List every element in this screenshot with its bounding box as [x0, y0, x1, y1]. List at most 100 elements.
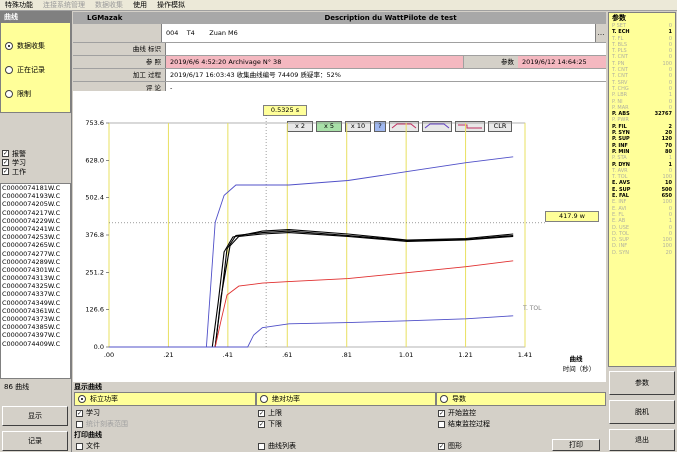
parameter-panel: 参数 P SET 0 T. ECH 1 T. FL 0 T. BLS 0 T. PLS 0 T. C… [608, 12, 676, 367]
radio-label: 数据收集 [17, 42, 45, 50]
tool-browse-button[interactable]: … [595, 24, 606, 42]
y-tick-label: 753.6 [85, 119, 104, 127]
radio-dot [440, 395, 448, 403]
radio-label: 正在记录 [17, 66, 45, 74]
curve-id-row: 曲线 标识 [73, 43, 606, 56]
x-tick-label: .41 [223, 351, 233, 359]
left-panel: 曲线 数据收集 正在记录 限制 ✓ 报警 ✓ 学习 ✓ 工作 C0000074181W… [0, 11, 72, 452]
curve-file-item[interactable]: C0000074325W.C [1, 282, 70, 290]
curve-file-item[interactable]: C0000074349W.C [1, 299, 70, 307]
curve-file-list[interactable]: C0000074181W.C C0000074193W.C C0000074205W… [0, 183, 71, 379]
checkbox: ✓ [2, 168, 9, 175]
check-start-monitor[interactable]: ✓ 开始监控 [438, 408, 476, 418]
x-tick-label: .61 [282, 351, 292, 359]
checkbox [258, 442, 265, 450]
curve-file-item[interactable]: C0000074265W.C [1, 241, 70, 249]
tool-line: 004 T4 Zuan M6 … [73, 24, 606, 43]
curve-file-item[interactable]: C0000074217W.C [1, 209, 70, 217]
display-button[interactable]: 显示 [2, 406, 68, 426]
reference-label: 参 照 [73, 56, 166, 68]
parameter-button[interactable]: 参数 [609, 371, 675, 395]
reference-row: 参 照 2019/6/6 4:52:20 Archivage N° 38 参数 … [73, 56, 606, 69]
param-key: D. SYN [612, 249, 629, 256]
series-line [109, 232, 514, 348]
process-label: 加工 过程 [73, 69, 166, 81]
curve-file-item[interactable]: C0000074337W.C [1, 290, 70, 298]
curve-file-item[interactable]: C0000074373W.C [1, 315, 70, 323]
learn-button[interactable]: 脱机 [609, 400, 675, 424]
check-print-list[interactable]: 曲线列表 [258, 441, 296, 451]
process-value: 2019/6/17 16:03:43 收集曲线编号 74409 质疑率：52% [166, 69, 606, 81]
curve-info-header: LGMazak Description du WattPilote de tes… [73, 12, 606, 95]
curve-file-item[interactable]: C0000074205W.C [1, 200, 70, 208]
check-label: 文件 [86, 442, 100, 450]
option-absolute-power[interactable]: 绝对功率 [256, 392, 436, 406]
param-date-value: 2019/6/12 14:64:25 [522, 58, 587, 66]
process-row: 加工 过程 2019/6/17 16:03:43 收集曲线编号 74409 质疑… [73, 69, 606, 82]
curve-file-item[interactable]: C0000074385W.C [1, 323, 70, 331]
check-learn-curve[interactable]: ✓ 学习 [76, 408, 100, 418]
threshold-label: T. TOL [523, 305, 542, 312]
curve-file-item[interactable]: C0000074277W.C [1, 250, 70, 258]
option-normalized-power[interactable]: 标立功率 [74, 392, 256, 406]
curve-file-item[interactable]: C0000074361W.C [1, 307, 70, 315]
record-button[interactable]: 记录 [2, 431, 68, 451]
param-list: P SET 0 T. ECH 1 T. FL 0 T. BLS 0 T. PLS 0 T. CNT 0… [609, 23, 675, 256]
menu-item-simulate[interactable]: 操作模拟 [152, 0, 190, 11]
exit-button[interactable]: 退出 [609, 429, 675, 451]
radio-collect[interactable]: 数据收集 [1, 39, 70, 53]
menu-item-connection[interactable]: 连接系统管理 [38, 0, 90, 11]
tool-number: 004 [166, 29, 179, 37]
series-line [109, 260, 514, 348]
curve-file-item[interactable]: C0000074409W.C [1, 340, 70, 348]
series-line [109, 156, 514, 348]
radio-recording[interactable]: 正在记录 [1, 63, 70, 77]
param-value: 32767 [654, 111, 672, 118]
curve-file-item[interactable]: C0000074253W.C [1, 233, 70, 241]
radio-limit[interactable]: 限制 [1, 87, 70, 101]
check-lower-limit[interactable]: ✓ 下限 [258, 419, 282, 429]
curve-file-item[interactable]: C0000074241W.C [1, 225, 70, 233]
y-tick-label: 502.4 [85, 194, 104, 202]
option-label: 绝对功率 [272, 395, 300, 403]
check-end-monitor[interactable]: 结束监控过程 [438, 419, 490, 429]
x-axis-label: 时间（秒） [562, 365, 596, 373]
curve-file-item[interactable]: C0000074181W.C [1, 184, 70, 192]
check-work[interactable]: ✓ 工作 [0, 167, 71, 176]
checkbox: ✓ [438, 409, 445, 417]
radio-dot [78, 395, 86, 403]
param-value: 20 [665, 249, 672, 256]
curve-file-item[interactable]: C0000074193W.C [1, 192, 70, 200]
check-print-graph[interactable]: ✓ 图形 [438, 441, 462, 451]
menu-item-collect[interactable]: 数据收集 [90, 0, 128, 11]
curve-file-item[interactable]: C0000074397W.C [1, 331, 70, 339]
y-tick-label: 628.0 [85, 156, 104, 164]
check-label: 开始监控 [448, 409, 476, 417]
curve-file-item[interactable]: C0000074313W.C [1, 274, 70, 282]
checkbox [76, 420, 83, 428]
series-line [109, 315, 514, 348]
menu-item-special[interactable]: 特殊功能 [0, 0, 38, 11]
option-derivative[interactable]: 导数 [436, 392, 606, 406]
check-label: 学习 [86, 409, 100, 417]
check-upper-limit[interactable]: ✓ 上限 [258, 408, 282, 418]
menu-item-use[interactable]: 使用 [128, 0, 152, 11]
print-button[interactable]: 打印 [552, 439, 600, 451]
x-tick-label: .21 [163, 351, 173, 359]
check-stat-range[interactable]: 统计刻表范围 [76, 419, 128, 429]
check-alarm[interactable]: ✓ 报警 [0, 149, 71, 158]
curve-file-item[interactable]: C0000074229W.C [1, 217, 70, 225]
check-print-file[interactable]: 文件 [76, 441, 100, 451]
y-tick-label: 126.6 [85, 306, 104, 314]
check-label: 图形 [448, 442, 462, 450]
check-learn[interactable]: ✓ 学习 [0, 158, 71, 167]
check-label: 上限 [268, 409, 282, 417]
display-curve-title: 显示曲线 [74, 383, 102, 391]
check-label: 曲线列表 [268, 442, 296, 450]
x-tick-label: .00 [104, 351, 114, 359]
param-header: 参数 [612, 14, 626, 22]
curve-file-item[interactable]: C0000074289W.C [1, 258, 70, 266]
curve-file-item[interactable]: C0000074301W.C [1, 266, 70, 274]
checkbox: ✓ [76, 409, 83, 417]
checkbox [438, 420, 445, 428]
